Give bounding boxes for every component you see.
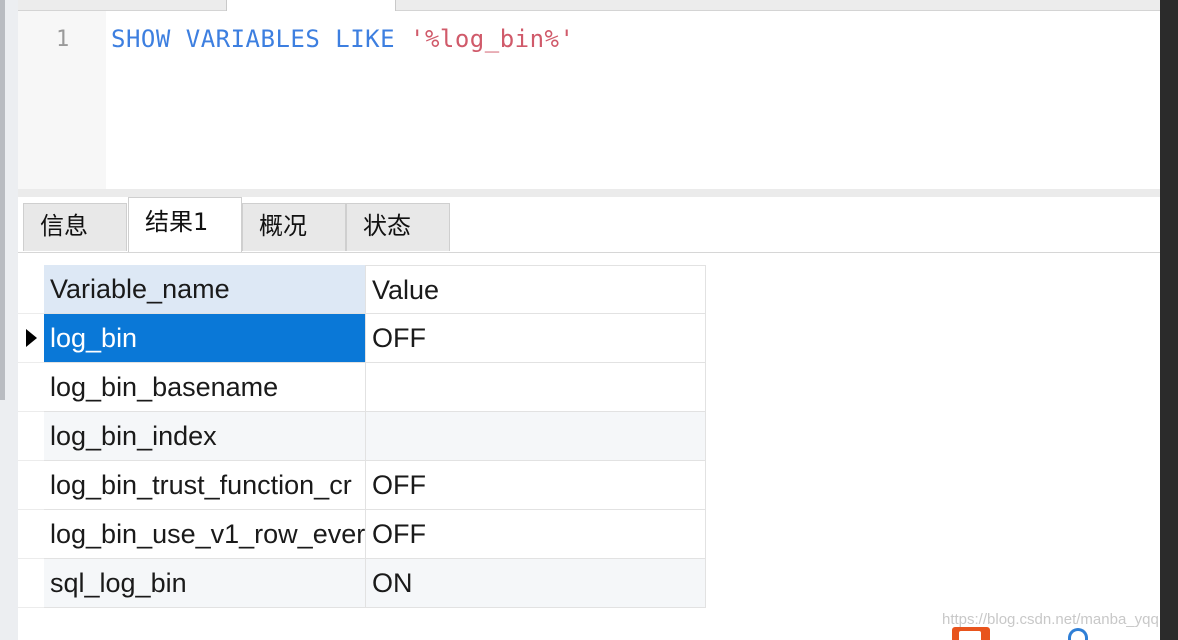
result-tab-bar: 信息 结果1 概况 状态 — [18, 197, 1160, 253]
tab-info[interactable]: 信息 — [23, 203, 127, 251]
result-grid-area: Variable_name Value log_bin OFF log_bin_… — [18, 253, 1160, 640]
table-row[interactable]: log_bin_basename — [18, 363, 706, 412]
current-row-arrow-icon — [26, 329, 37, 347]
row-indicator[interactable] — [18, 559, 44, 608]
sql-keyword-variables: VARIABLES — [185, 25, 321, 53]
cell-variable-name[interactable]: log_bin_basename — [44, 363, 366, 412]
tab-result-1[interactable]: 结果1 — [128, 197, 242, 252]
cell-variable-name[interactable]: sql_log_bin — [44, 559, 366, 608]
tab-profile[interactable]: 概况 — [242, 203, 346, 251]
table-row[interactable]: log_bin_use_v1_row_ever OFF — [18, 510, 706, 559]
cell-value[interactable]: OFF — [366, 314, 706, 363]
column-header-variable-name[interactable]: Variable_name — [44, 265, 366, 314]
cell-variable-name[interactable]: log_bin — [44, 314, 366, 363]
table-row[interactable]: log_bin_index — [18, 412, 706, 461]
table-row[interactable]: log_bin_trust_function_cr OFF — [18, 461, 706, 510]
grid-header-row: Variable_name Value — [18, 265, 706, 314]
cell-value[interactable] — [366, 363, 706, 412]
table-row[interactable]: log_bin OFF — [18, 314, 706, 363]
watermark-text: https://blog.csdn.net/manba_yqq — [942, 611, 1159, 628]
row-indicator[interactable] — [18, 510, 44, 559]
line-number-gutter: 1 — [18, 11, 106, 189]
cell-variable-name[interactable]: log_bin_index — [44, 412, 366, 461]
left-window-edge — [0, 0, 18, 640]
sql-keyword-like: LIKE — [335, 25, 396, 53]
sql-keyword-show: SHOW — [111, 25, 171, 53]
sql-editor[interactable]: 1 SHOW VARIABLES LIKE '%log_bin%' — [18, 11, 1160, 189]
query-tab-active[interactable] — [226, 0, 396, 11]
editor-result-splitter[interactable] — [18, 189, 1160, 197]
app-window: 1 SHOW VARIABLES LIKE '%log_bin%' 信息 结果1… — [0, 0, 1178, 640]
row-indicator[interactable] — [18, 412, 44, 461]
query-tab-strip — [18, 0, 1160, 11]
left-edge-scroll-strip — [0, 0, 5, 400]
cell-variable-name[interactable]: log_bin_trust_function_cr — [44, 461, 366, 510]
right-window-edge — [1160, 0, 1178, 640]
table-row[interactable]: sql_log_bin ON — [18, 559, 706, 608]
row-indicator[interactable] — [18, 314, 44, 363]
row-indicator[interactable] — [18, 363, 44, 412]
cell-value[interactable] — [366, 412, 706, 461]
cell-value[interactable]: ON — [366, 559, 706, 608]
header-row-indicator — [18, 265, 44, 314]
sql-string-literal: '%log_bin%' — [410, 25, 575, 53]
cell-value[interactable]: OFF — [366, 510, 706, 559]
tab-status[interactable]: 状态 — [346, 203, 450, 251]
cell-variable-name[interactable]: log_bin_use_v1_row_ever — [44, 510, 366, 559]
column-header-value[interactable]: Value — [366, 265, 706, 314]
cell-value[interactable]: OFF — [366, 461, 706, 510]
row-indicator[interactable] — [18, 461, 44, 510]
sql-code-line[interactable]: SHOW VARIABLES LIKE '%log_bin%' — [111, 25, 574, 53]
site-logo-inner — [959, 631, 981, 640]
site-logo-icon — [952, 627, 990, 640]
line-number: 1 — [56, 27, 70, 52]
